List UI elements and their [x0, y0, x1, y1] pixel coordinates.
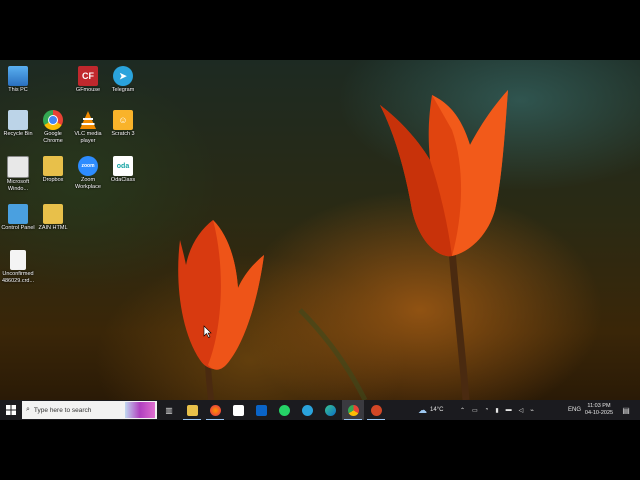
desktop-icon-odaclass[interactable]: oda OdaClass	[105, 156, 141, 184]
powerpoint-icon	[370, 404, 382, 416]
taskbar: ⌕ Type here to search ▥ ☁ 14°C ⌃ ▭ ◔ ▮ ▬…	[0, 400, 640, 420]
zoom-icon: zoom	[78, 156, 98, 176]
chrome-icon	[347, 404, 359, 416]
language-indicator[interactable]: ENG	[568, 400, 581, 420]
store-icon	[232, 404, 244, 416]
cloud-icon: ☁	[418, 404, 427, 415]
desktop-icon-zain-html[interactable]: ZAIN HTML	[35, 204, 71, 232]
vlc-icon	[78, 110, 98, 130]
task-view-icon: ▥	[165, 405, 173, 415]
task-view-button[interactable]: ▥	[158, 400, 180, 420]
desktop-icon-label: Dropbox	[42, 177, 64, 183]
system-tray-icons: ⌃ ▭ ◔ ▮ ▬ ◁ ⌁	[460, 400, 534, 420]
telegram-icon	[301, 404, 313, 416]
desktop-icon-label: This PC	[8, 87, 28, 93]
chrome-icon	[43, 110, 63, 130]
clock-date: 04-10-2025	[584, 410, 614, 416]
taskbar-file-explorer[interactable]	[181, 400, 203, 420]
outlook-icon	[255, 404, 267, 416]
taskbar-outlook[interactable]	[250, 400, 272, 420]
wifi-icon[interactable]: ◔	[485, 407, 489, 413]
volume-icon[interactable]: ◁	[519, 407, 524, 414]
desktop-icon-unconfirmed-file[interactable]: Unconfirmed 486029.crd...	[0, 250, 36, 284]
desktop-screen: This PC CF GFmouse ➤ Telegram Recycle Bi…	[0, 60, 640, 420]
windows-logo-icon	[6, 405, 16, 415]
desktop-icon-microsoft-windows[interactable]: Microsoft Windo...	[0, 156, 36, 192]
desktop-icon-label: OdaClass	[110, 177, 136, 183]
desktop-icon-label: ZAIN HTML	[38, 225, 68, 231]
odaclass-icon: oda	[113, 156, 133, 176]
clock-time: 11:03 PM	[587, 403, 611, 409]
desktop-icon-label: Zoom Workplace	[75, 177, 101, 190]
recycle-bin-icon	[8, 110, 28, 130]
desktop-icon-this-pc[interactable]: This PC	[0, 66, 36, 94]
pc-icon	[8, 66, 28, 86]
desktop-icon-dropbox[interactable]: Dropbox	[35, 156, 71, 184]
desktop-icon-label: Google Chrome	[43, 131, 63, 144]
desktop-icon-label: Microsoft Windo...	[6, 179, 30, 192]
network-drive-icon[interactable]: ▭	[472, 407, 478, 414]
search-placeholder: Type here to search	[33, 406, 92, 414]
start-button[interactable]	[0, 400, 22, 420]
clock[interactable]: 11:03 PM 04-10-2025	[584, 400, 614, 420]
taskbar-firefox[interactable]	[204, 400, 226, 420]
desktop-icon-vlc[interactable]: VLC media player	[70, 110, 106, 144]
weather-temperature: 14°C	[430, 407, 444, 413]
search-icon: ⌕	[26, 406, 30, 413]
taskbar-whatsapp[interactable]	[273, 400, 295, 420]
taskbar-store[interactable]	[227, 400, 249, 420]
desktop-icon-control-panel[interactable]: Control Panel	[0, 204, 36, 232]
microphone-icon[interactable]: ▮	[495, 407, 498, 414]
taskbar-chrome[interactable]	[342, 400, 364, 420]
desktop-icon-zoom[interactable]: zoom Zoom Workplace	[70, 156, 106, 190]
folder-icon	[43, 156, 63, 176]
desktop-icon-label: Scratch 3	[111, 131, 135, 137]
language-label: ENG	[568, 407, 582, 413]
file-icon	[10, 250, 26, 270]
search-highlight-icon	[125, 402, 155, 418]
desktop-icon-recycle-bin[interactable]: Recycle Bin	[0, 110, 36, 138]
edge-icon	[324, 404, 336, 416]
whatsapp-icon	[278, 404, 290, 416]
desktop-icon-label: VLC media player	[74, 131, 102, 144]
notification-center-button[interactable]: ▤	[618, 400, 634, 420]
desktop-icon-google-chrome[interactable]: Google Chrome	[35, 110, 71, 144]
cf-icon: CF	[78, 66, 98, 86]
desktop-icon-label: Control Panel	[1, 225, 35, 231]
taskbar-telegram[interactable]	[296, 400, 318, 420]
weather-widget[interactable]: ☁ 14°C	[418, 400, 443, 420]
chevron-up-icon[interactable]: ⌃	[460, 407, 465, 414]
taskbar-search-box[interactable]: ⌕ Type here to search	[22, 401, 157, 419]
taskbar-edge[interactable]	[319, 400, 341, 420]
notepad-icon	[7, 156, 29, 178]
link-icon[interactable]: ⌁	[530, 407, 534, 414]
file-explorer-icon	[186, 404, 198, 416]
desktop-icon-label: Unconfirmed 486029.crd...	[1, 271, 35, 284]
firefox-icon	[209, 404, 221, 416]
desktop-icon-label: GFmouse	[75, 87, 101, 93]
desktop-icon-gfmouse[interactable]: CF GFmouse	[70, 66, 106, 94]
control-panel-icon	[8, 204, 28, 224]
notification-icon: ▤	[622, 405, 630, 415]
telegram-icon: ➤	[113, 66, 133, 86]
desktop-icon-label: Telegram	[111, 87, 135, 93]
taskbar-powerpoint[interactable]	[365, 400, 387, 420]
scratch-icon: ☺	[113, 110, 133, 130]
desktop-icon-label: Recycle Bin	[3, 131, 33, 137]
battery-icon[interactable]: ▬	[506, 407, 512, 413]
desktop-icon-telegram[interactable]: ➤ Telegram	[105, 66, 141, 94]
folder-icon	[43, 204, 63, 224]
desktop-icon-scratch[interactable]: ☺ Scratch 3	[105, 110, 141, 138]
